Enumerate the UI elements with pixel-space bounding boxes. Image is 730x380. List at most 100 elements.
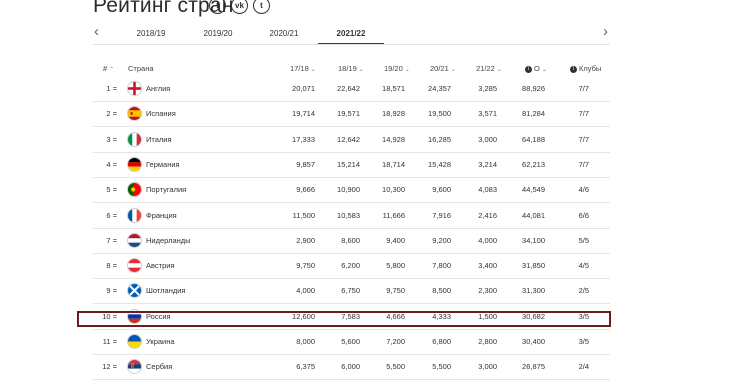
table-row[interactable]: 11 = Украина 8,000 5,600 7,200 6,800 2,800 30,4…	[93, 329, 610, 355]
total-points-cell: 34,100	[522, 235, 545, 245]
twitter-icon[interactable]: t	[253, 0, 270, 14]
season-points-cell: 3,000	[478, 134, 497, 144]
header-season-2021[interactable]: 20/21 ⌄	[430, 64, 456, 73]
season-points-cell: 4,666	[386, 311, 405, 321]
total-points-cell: 31,850	[522, 261, 545, 271]
header-rank[interactable]: # ⌃	[103, 64, 114, 73]
header-season-1819[interactable]: 18/19 ⌄	[338, 64, 364, 73]
clubs-cell: 7/7	[578, 84, 589, 93]
season-points-cell: 7,200	[386, 337, 405, 346]
scotland-flag-icon	[127, 283, 142, 299]
country-name: Австрия	[146, 261, 175, 271]
header-points[interactable]: i О ⌄	[525, 64, 547, 73]
tab-season-1[interactable]: 2019/20	[204, 29, 233, 38]
clubs-cell: 2/5	[578, 286, 589, 296]
table-row[interactable]: 3 = Италия 17,333 12,642 14,928 16,285 3,000 64…	[93, 127, 610, 153]
table-row[interactable]: 8 = Австрия 9,750 6,200 5,800 7,800 3,400 31,85…	[93, 253, 610, 280]
clubs-cell: 4/6	[578, 185, 589, 195]
season-points-cell: 8,000	[296, 337, 315, 346]
season-points-cell: 4,333	[432, 311, 451, 321]
clubs-cell: 2/4	[578, 362, 589, 372]
table-row[interactable]: 6 = Франция 11,500 10,583 11,666 7,916 2,416 44…	[93, 203, 610, 229]
table-row[interactable]: 4 = Германия 9,857 15,214 18,714 15,428 3,214 6…	[93, 152, 610, 178]
season-points-cell: 7,916	[432, 210, 451, 220]
country-name: Испания	[146, 109, 176, 119]
rank-cell: 5 =	[106, 185, 117, 195]
info-icon[interactable]: i	[570, 65, 577, 73]
header-season-1920[interactable]: 19/20 ⌄	[384, 64, 410, 73]
season-points-cell: 6,750	[341, 286, 360, 296]
rank-cell: 10 =	[102, 311, 117, 321]
season-points-cell: 15,428	[428, 159, 451, 169]
total-points-cell: 64,188	[522, 134, 545, 144]
season-points-cell: 4,083	[478, 185, 497, 195]
vk-icon[interactable]: vk	[231, 0, 248, 14]
header-season-1718[interactable]: 17/18 ⌄	[290, 64, 316, 73]
england-flag-icon	[127, 81, 142, 96]
total-points-cell: 81,284	[522, 109, 545, 119]
info-icon[interactable]: i	[525, 65, 532, 73]
rank-cell: 9 =	[106, 286, 117, 296]
season-points-cell: 5,500	[432, 362, 451, 372]
table-row[interactable]: 1 = Англия 20,071 22,642 18,571 24,357 3,285 88…	[93, 76, 610, 102]
season-points-cell: 16,285	[428, 134, 451, 144]
rank-cell: 11 =	[102, 337, 117, 346]
total-points-cell: 44,081	[522, 210, 545, 220]
austria-flag-icon	[127, 258, 142, 274]
clubs-cell: 5/5	[578, 235, 589, 245]
season-points-cell: 10,900	[337, 185, 360, 195]
season-points-cell: 11,666	[382, 210, 405, 220]
season-points-cell: 24,357	[428, 84, 451, 93]
table-row[interactable]: 12 = Сербия 6,375 6,000 5,500 5,500 3,000 26,87…	[93, 354, 610, 380]
header-season-2122[interactable]: 21/22 ⌄	[476, 64, 502, 73]
season-points-cell: 3,285	[478, 84, 497, 93]
season-points-cell: 19,500	[428, 109, 451, 119]
season-points-cell: 2,900	[296, 235, 315, 245]
italy-flag-icon	[127, 131, 142, 147]
season-points-cell: 5,600	[341, 337, 360, 346]
season-points-cell: 5,800	[386, 261, 405, 271]
season-points-cell: 14,928	[382, 134, 405, 144]
total-points-cell: 88,926	[522, 84, 545, 93]
clubs-cell: 7/7	[578, 109, 589, 119]
season-points-cell: 9,750	[386, 286, 405, 296]
season-points-cell: 3,214	[478, 159, 497, 169]
season-points-cell: 11,500	[292, 210, 315, 220]
ukraine-flag-icon	[127, 334, 142, 349]
season-points-cell: 8,500	[432, 286, 451, 296]
netherlands-flag-icon	[127, 232, 142, 248]
chevron-down-icon: ⌄	[541, 67, 547, 73]
tab-season-0[interactable]: 2018/19	[137, 29, 166, 38]
country-name: Шотландия	[146, 286, 186, 296]
season-points-cell: 2,300	[478, 286, 497, 296]
season-points-cell: 9,857	[296, 159, 315, 169]
table-row[interactable]: 9 = Шотландия 4,000 6,750 9,750 8,500 2,300 31,…	[93, 278, 610, 305]
table-row[interactable]: 7 = Нидерланды 2,900 8,600 9,400 9,200 4,000 34…	[93, 228, 610, 254]
country-name: Россия	[146, 311, 171, 321]
total-points-cell: 30,682	[522, 311, 545, 321]
header-clubs[interactable]: i Клубы	[570, 64, 601, 73]
season-points-cell: 7,800	[432, 261, 451, 271]
table-row[interactable]: 10 = Россия 12,600 7,583 4,666 4,333 1,500 30,6…	[93, 304, 610, 330]
next-season-arrow[interactable]: ›	[603, 23, 608, 40]
season-points-cell: 9,666	[296, 185, 315, 195]
total-points-cell: 44,549	[522, 185, 545, 195]
header-country[interactable]: Страна	[128, 64, 154, 73]
season-points-cell: 12,600	[292, 311, 315, 321]
rank-cell: 2 =	[106, 109, 117, 119]
country-name: Франция	[146, 210, 177, 220]
country-name: Португалия	[146, 185, 187, 195]
season-points-cell: 2,416	[478, 210, 497, 220]
total-points-cell: 31,300	[522, 286, 545, 296]
spain-flag-icon	[127, 106, 142, 122]
tab-season-3[interactable]: 2021/22	[337, 29, 366, 38]
season-points-cell: 10,583	[337, 210, 360, 220]
table-row[interactable]: 5 = Португалия 9,666 10,900 10,300 9,600 4,083…	[93, 177, 610, 204]
total-points-cell: 62,213	[522, 159, 545, 169]
season-points-cell: 15,214	[337, 159, 360, 169]
prev-season-arrow[interactable]: ‹	[94, 23, 99, 40]
serbia-flag-icon	[127, 359, 142, 375]
tab-season-2[interactable]: 2020/21	[270, 29, 299, 38]
season-points-cell: 12,642	[337, 134, 360, 144]
table-row[interactable]: 2 = Испания 19,714 19,571 18,928 19,500 3,571 8…	[93, 101, 610, 128]
